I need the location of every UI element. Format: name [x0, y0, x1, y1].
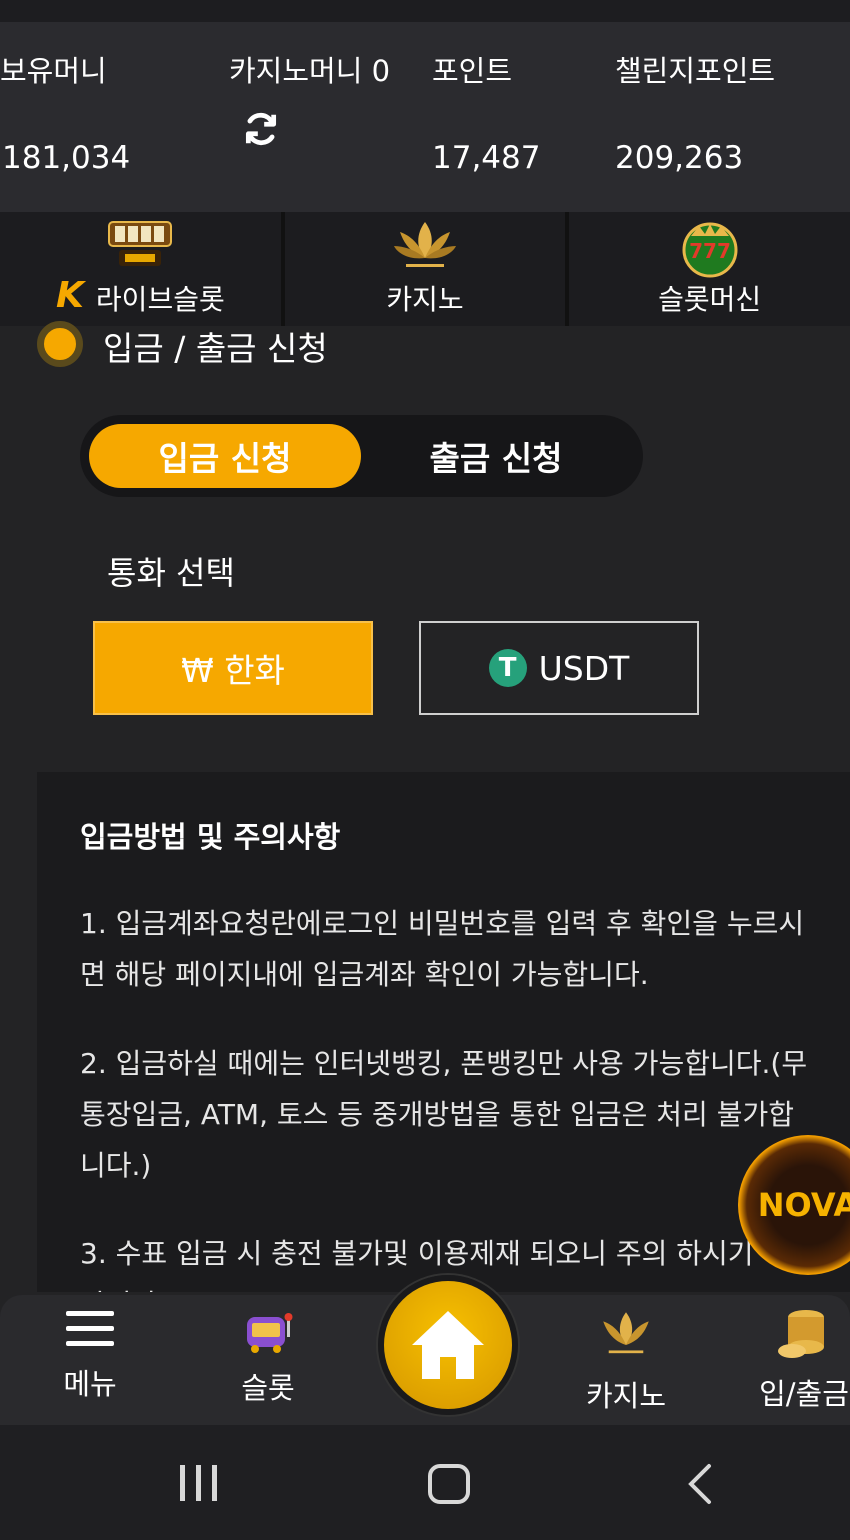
currency-krw-button[interactable]: ₩ 한화	[93, 621, 373, 715]
nav-casino[interactable]: 카지노	[556, 1307, 696, 1415]
casino-money-label: 카지노머니 0	[229, 54, 391, 88]
category-slot-machine[interactable]: 777 슬롯머신	[569, 212, 850, 326]
nav-deposit-withdraw-label: 입/출금	[759, 1377, 849, 1411]
home-button[interactable]	[378, 1275, 518, 1415]
nav-menu[interactable]: 메뉴	[20, 1307, 160, 1403]
svg-text:777: 777	[689, 239, 731, 263]
category-live-slot[interactable]: K 라이브슬롯	[0, 212, 285, 326]
k-slot-lotus-icon	[394, 222, 456, 267]
deposit-notice-box: 입금방법 및 주의사항 1. 입금계좌요청란에로그인 비밀번호를 입력 후 확인…	[37, 772, 850, 1292]
coins-icon	[778, 1310, 824, 1358]
currency-usdt-label: USDT	[538, 648, 630, 688]
back-icon[interactable]	[685, 1463, 715, 1505]
tether-icon: T	[488, 649, 527, 687]
home-system-icon[interactable]	[427, 1463, 471, 1505]
currency-usdt-button[interactable]: T USDT	[419, 621, 699, 715]
hamburger-menu-icon	[66, 1311, 114, 1346]
money-label: 보유머니	[0, 54, 107, 88]
point-value: 17,487	[432, 140, 541, 176]
system-nav-bar	[0, 1425, 850, 1540]
currency-krw-label: ₩ 한화	[181, 651, 285, 690]
777-slots-icon: 777	[682, 222, 738, 278]
game-category-bar: K 라이브슬롯 카지노 777 슬롯머신	[0, 212, 850, 326]
challenge-point-value: 209,263	[615, 140, 744, 176]
notice-title: 입금방법 및 주의사항	[80, 820, 341, 854]
category-casino-label: 카지노	[386, 283, 464, 316]
category-live-slot-label: 라이브슬롯	[95, 283, 225, 316]
nova-label: NOVA	[757, 1186, 850, 1224]
currency-label: 통화 선택	[107, 554, 235, 592]
live-slot-icon	[108, 221, 173, 266]
nav-slot[interactable]: 슬롯	[198, 1307, 338, 1407]
nav-casino-label: 카지노	[585, 1379, 667, 1413]
category-slot-machine-label: 슬롯머신	[658, 283, 762, 316]
home-icon	[412, 1311, 484, 1379]
balance-panel: 보유머니 181,034 카지노머니 0 포인트 17,487 챌린지포인트 2…	[0, 0, 850, 212]
challenge-point-label: 챌린지포인트	[615, 54, 776, 88]
category-casino[interactable]: 카지노	[285, 212, 570, 326]
nav-deposit-withdraw[interactable]: 입/출금	[734, 1307, 850, 1413]
deposit-withdraw-switch: 입금 신청 출금 신청	[80, 415, 643, 497]
recent-apps-icon[interactable]	[178, 1463, 220, 1503]
point-label: 포인트	[432, 54, 513, 88]
nav-menu-label: 메뉴	[63, 1367, 117, 1401]
tab-withdraw[interactable]: 출금 신청	[360, 424, 632, 488]
tab-deposit[interactable]: 입금 신청	[89, 424, 361, 488]
status-strip	[0, 0, 850, 22]
money-value: 181,034	[2, 140, 131, 176]
k-slot-lotus-icon	[603, 1312, 649, 1354]
refresh-icon[interactable]	[242, 110, 280, 148]
slot-machine-icon	[247, 1313, 293, 1353]
section-dot-icon	[37, 321, 83, 367]
notice-item: 2. 입금하실 때에는 인터넷뱅킹, 폰뱅킹만 사용 가능합니다.(무통장입금,…	[80, 1047, 808, 1182]
notice-item: 1. 입금계좌요청란에로그인 비밀번호를 입력 후 확인을 누르시면 해당 페이…	[80, 907, 805, 991]
section-title: 입금 / 출금 신청	[103, 329, 328, 368]
nav-slot-label: 슬롯	[241, 1371, 295, 1405]
